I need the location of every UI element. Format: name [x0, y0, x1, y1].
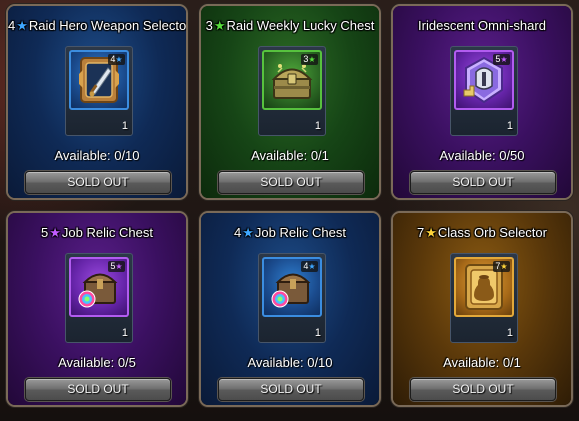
item-quantity: 1 [314, 120, 321, 132]
item-tile: 5★ [69, 257, 129, 317]
available-count: Available: 0/50 [439, 148, 525, 163]
item-frame[interactable]: 5★ 1 [450, 46, 518, 136]
shop-card-job-relic-chest-4star[interactable]: 4★Job Relic Chest 4★ 1 Available: 0/10 S… [199, 211, 381, 407]
item-frame[interactable]: 4★ 1 [258, 253, 326, 343]
blue-star-icon: ★ [242, 225, 254, 240]
grade-badge: 7★ [493, 261, 510, 272]
shop-card-raid-hero-weapon-selector[interactable]: 4★Raid Hero Weapon Selector 4★ 1 Availab… [6, 4, 188, 200]
sold-out-button[interactable]: SOLD OUT [25, 171, 171, 194]
title-text: Raid Weekly Lucky Chest [226, 18, 375, 33]
card-title: 5★Job Relic Chest [8, 225, 186, 241]
title-text: Raid Hero Weapon Selector [28, 18, 188, 33]
item-quantity: 1 [314, 327, 321, 339]
sold-out-button[interactable]: SOLD OUT [25, 378, 171, 401]
title-grade-number: 3 [205, 18, 213, 33]
grade-badge: 3★ [301, 54, 318, 65]
shop-card-job-relic-chest-5star[interactable]: 5★Job Relic Chest 5★ 1 Available: 0/5 SO… [6, 211, 188, 407]
item-frame[interactable]: 5★ 1 [65, 253, 133, 343]
grade-badge: 5★ [493, 54, 510, 65]
item-frame[interactable]: 4★ 1 [65, 46, 133, 136]
available-count: Available: 0/1 [251, 148, 329, 163]
grade-badge: 5★ [108, 261, 125, 272]
purple-star-icon: ★ [49, 225, 61, 240]
item-quantity: 1 [121, 120, 128, 132]
title-text: Job Relic Chest [254, 225, 346, 240]
item-tile: 7★ [454, 257, 514, 317]
title-text: Iridescent Omni-shard [418, 18, 546, 33]
sold-out-button[interactable]: SOLD OUT [218, 171, 364, 194]
yellow-star-icon: ★ [500, 262, 508, 271]
blue-star-icon: ★ [308, 262, 316, 271]
blue-star-icon: ★ [115, 55, 123, 64]
sold-out-button[interactable]: SOLD OUT [410, 378, 556, 401]
shop-grid: 4★Raid Hero Weapon Selector 4★ 1 Availab… [0, 0, 579, 421]
card-title: Iridescent Omni-shard [393, 18, 571, 33]
shop-card-iridescent-omni-shard[interactable]: Iridescent Omni-shard 5★ 1 Available: 0/… [391, 4, 573, 200]
item-tile: 5★ [454, 50, 514, 110]
green-star-icon: ★ [213, 18, 226, 33]
card-title: 4★Job Relic Chest [201, 225, 379, 241]
title-grade-number: 5 [41, 225, 49, 240]
item-tile: 4★ [262, 257, 322, 317]
item-frame[interactable]: 7★ 1 [450, 253, 518, 343]
title-text: Class Orb Selector [437, 225, 547, 240]
item-quantity: 1 [506, 120, 513, 132]
available-count: Available: 0/10 [54, 148, 140, 163]
sold-out-button[interactable]: SOLD OUT [218, 378, 364, 401]
grade-badge: 4★ [108, 54, 125, 65]
available-count: Available: 0/5 [58, 355, 136, 370]
title-grade-number: 4 [234, 225, 242, 240]
title-grade-number: 7 [417, 225, 425, 240]
item-quantity: 1 [121, 327, 128, 339]
item-quantity: 1 [506, 327, 513, 339]
green-star-icon: ★ [308, 55, 316, 64]
title-grade-number: 4 [8, 18, 16, 33]
item-frame[interactable]: 3★ 1 [258, 46, 326, 136]
grade-badge: 4★ [301, 261, 318, 272]
item-tile: 3★ [262, 50, 322, 110]
item-tile: 4★ [69, 50, 129, 110]
yellow-star-icon: ★ [425, 225, 437, 240]
available-count: Available: 0/1 [443, 355, 521, 370]
available-count: Available: 0/10 [247, 355, 333, 370]
title-text: Job Relic Chest [61, 225, 153, 240]
card-title: 3★Raid Weekly Lucky Chest [201, 18, 379, 34]
purple-star-icon: ★ [500, 55, 508, 64]
sold-out-button[interactable]: SOLD OUT [410, 171, 556, 194]
purple-star-icon: ★ [115, 262, 123, 271]
card-title: 4★Raid Hero Weapon Selector [8, 18, 186, 34]
card-title: 7★Class Orb Selector [393, 225, 571, 241]
blue-star-icon: ★ [16, 18, 28, 33]
shop-card-raid-weekly-lucky-chest[interactable]: 3★Raid Weekly Lucky Chest 3★ 1 Available… [199, 4, 381, 200]
shop-card-class-orb-selector[interactable]: 7★Class Orb Selector 7★ 1 Available: 0/1… [391, 211, 573, 407]
